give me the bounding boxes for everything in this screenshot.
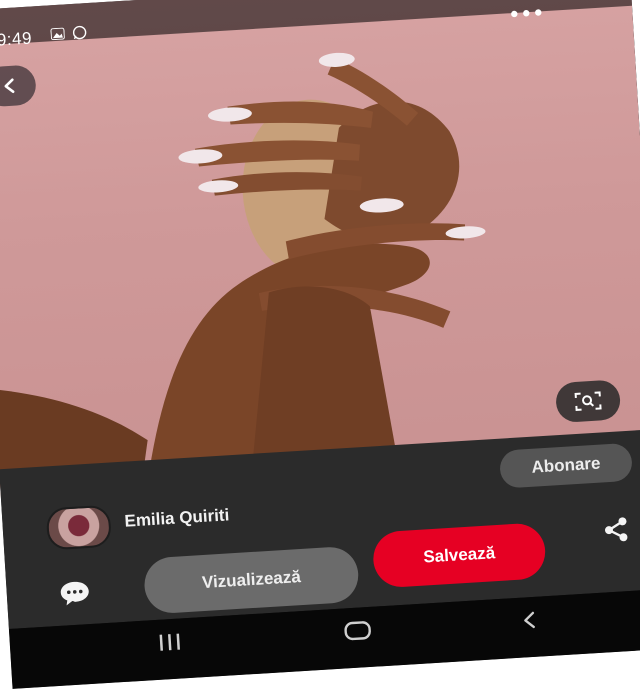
gallery-icon [50,26,65,43]
share-icon [604,517,628,542]
back-icon [524,611,535,629]
recents-button[interactable] [139,623,201,661]
home-icon [344,621,371,641]
avatar[interactable] [45,504,113,551]
hands-illustration [0,52,486,500]
subscribe-button[interactable]: Abonare [498,442,634,489]
share-button[interactable] [595,511,637,549]
visual-search-icon [574,391,602,411]
view-button[interactable]: Vizualizează [142,545,360,615]
more-options-button[interactable] [501,0,551,30]
status-time: 09:49 [0,28,33,51]
save-button[interactable]: Salvează [371,522,547,589]
home-button[interactable] [327,612,389,650]
author-name[interactable]: Emilia Quiriti [124,505,230,531]
recents-icon [159,633,180,651]
nav-back-button[interactable] [498,601,560,639]
chevron-left-icon [4,78,15,94]
visual-search-button[interactable] [554,379,622,424]
app-screen: 09:49 Abonare Emilia Quiriti Vizualizeaz… [0,0,640,689]
more-dots-icon [511,9,542,18]
whatsapp-icon [72,25,87,43]
comment-icon [60,581,89,606]
pin-image[interactable] [0,0,640,500]
comment-button[interactable] [52,576,98,611]
